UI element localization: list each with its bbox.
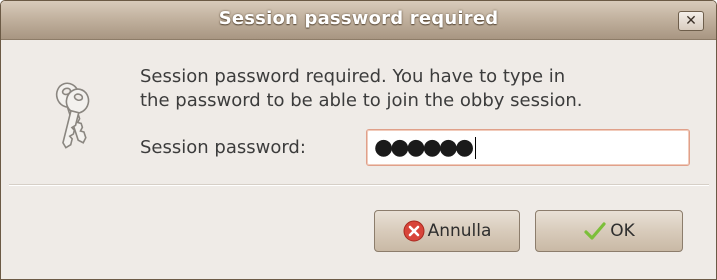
message-line-2: the password to be able to join the obby…	[140, 90, 583, 111]
cancel-icon	[403, 220, 425, 242]
close-button[interactable]: ✕	[678, 11, 704, 31]
password-mask: ●●●●●●	[374, 135, 474, 160]
password-input[interactable]: ●●●●●●	[366, 129, 690, 166]
keys-icon	[55, 82, 90, 149]
title-bar[interactable]: Session password required ✕	[1, 1, 716, 40]
ok-button[interactable]: OK	[535, 210, 683, 252]
close-icon: ✕	[685, 13, 697, 29]
dialog-window: Session password required ✕ Session pass…	[0, 0, 717, 280]
cancel-label: Annulla	[427, 221, 492, 241]
message-text: Session password required. You have to t…	[140, 65, 710, 113]
password-label: Session password:	[140, 137, 306, 158]
separator	[9, 184, 709, 185]
window-title: Session password required	[218, 8, 499, 29]
checkmark-icon	[584, 222, 606, 240]
ok-label: OK	[610, 221, 635, 241]
text-caret	[475, 137, 476, 159]
message-line-1: Session password required. You have to t…	[140, 66, 566, 87]
cancel-button[interactable]: Annulla	[374, 210, 520, 252]
